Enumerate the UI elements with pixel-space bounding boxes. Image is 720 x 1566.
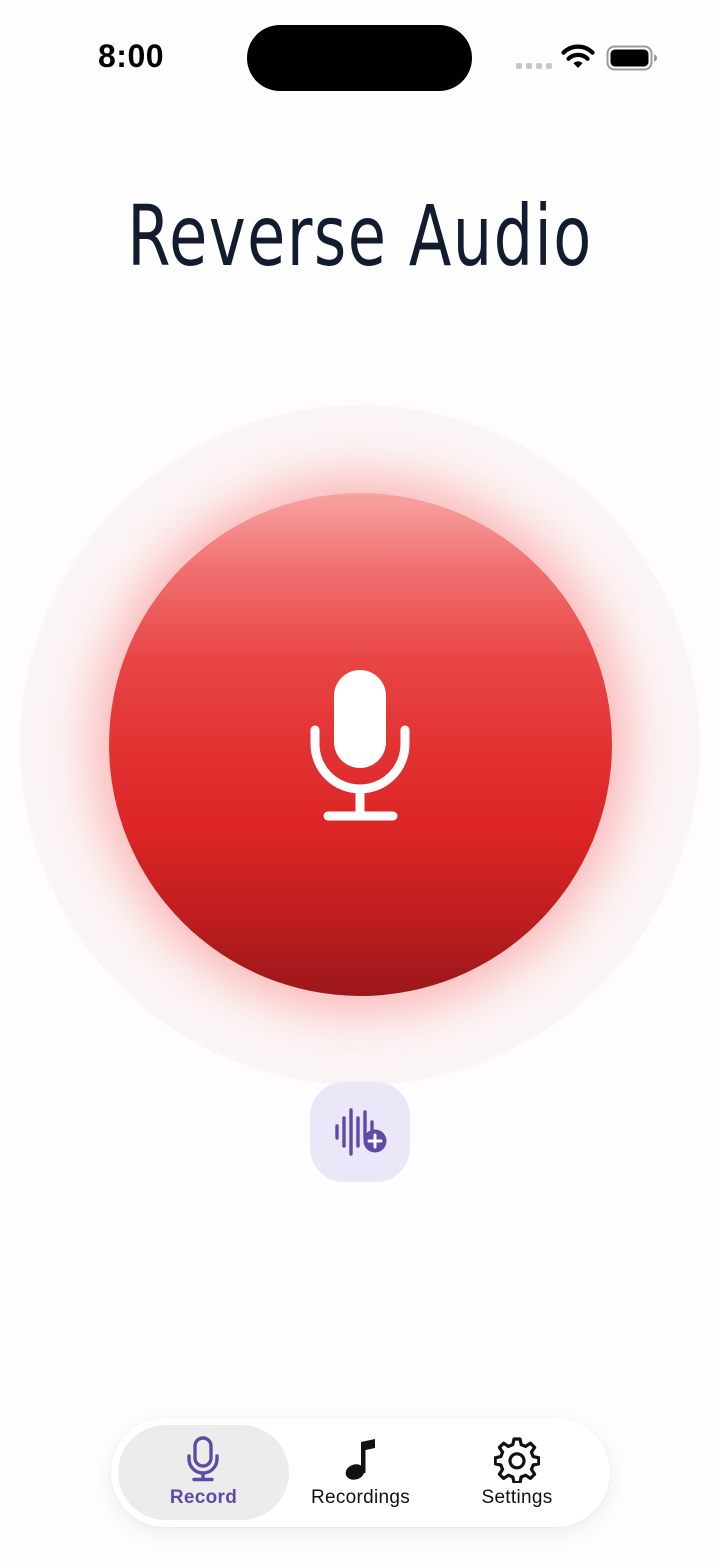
- tab-settings[interactable]: Settings: [447, 1425, 587, 1520]
- dynamic-island: [247, 25, 472, 91]
- microphone-icon: [310, 670, 410, 821]
- tab-recordings-label: Recordings: [310, 1487, 411, 1508]
- status-bar: 8:00: [0, 0, 720, 110]
- app-title: Reverse Audio: [127, 187, 593, 285]
- waveform-plus-icon: [335, 1108, 387, 1156]
- tab-settings-label: Settings: [481, 1487, 553, 1508]
- wifi-icon: [561, 44, 595, 68]
- gear-icon: [494, 1437, 540, 1483]
- tab-record[interactable]: Record: [118, 1425, 289, 1520]
- music-note-icon: [345, 1439, 375, 1480]
- microphone-icon: [187, 1436, 219, 1482]
- tab-record-label: Record: [169, 1487, 238, 1508]
- cellular-signal-icon: [516, 63, 552, 69]
- battery-icon: [606, 45, 657, 71]
- tab-recordings[interactable]: Recordings: [291, 1425, 430, 1520]
- status-time: 8:00: [98, 38, 165, 74]
